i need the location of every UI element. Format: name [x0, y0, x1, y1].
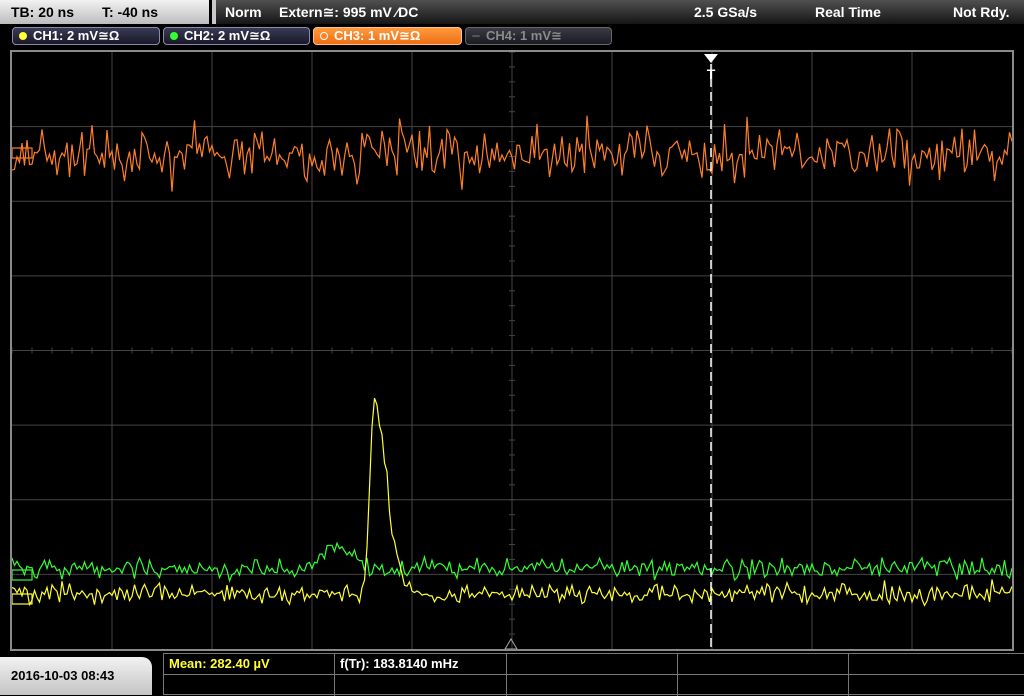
- channel-1-button[interactable]: CH1: 2 mV≅Ω: [12, 27, 160, 45]
- acq-type[interactable]: Real Time: [815, 0, 881, 24]
- channel-1-label: CH1: 2 mV≅Ω: [33, 28, 120, 43]
- graticule: [12, 52, 1012, 649]
- trigger-time-value[interactable]: T: -40 ns: [102, 0, 158, 24]
- channel-2-dot-icon: [170, 32, 178, 40]
- channel-bar: CH1: 2 mV≅Ω CH2: 2 mV≅Ω CH3: 1 mV≅Ω CH4:…: [0, 24, 1024, 48]
- datetime-display: 2016-10-03 08:43: [0, 657, 152, 695]
- channel-2-offset-marker[interactable]: [12, 569, 33, 581]
- channel-3-button[interactable]: CH3: 1 mV≅Ω: [313, 27, 462, 45]
- trigger-source[interactable]: Extern≅: 995 mV ⁄DC: [279, 0, 418, 24]
- measurement-panel: Mean: 282.40 µV f(Tr): 183.8140 mHz: [163, 653, 1024, 696]
- sample-rate[interactable]: 2.5 GSa/s: [694, 0, 757, 24]
- channel-2-button[interactable]: CH2: 2 mV≅Ω: [163, 27, 310, 45]
- trigger-state: Not Rdy.: [953, 4, 1010, 20]
- channel-4-button[interactable]: CH4: 1 mV≅: [465, 27, 612, 45]
- horizontal-center-icon: [504, 638, 518, 649]
- channel-3-dot-icon: [320, 32, 328, 40]
- acq-mode[interactable]: Norm: [225, 0, 262, 24]
- channel-4-off-icon: [472, 35, 480, 37]
- acquisition-panel: Norm Extern≅: 995 mV ⁄DC 2.5 GSa/s Real …: [216, 0, 1024, 24]
- channel-1-dot-icon: [19, 32, 27, 40]
- timebase-value[interactable]: TB: 20 ns: [11, 0, 74, 24]
- trigger-marker-label: T: [707, 66, 716, 82]
- timebase-panel[interactable]: TB: 20 ns T: -40 ns: [0, 0, 212, 24]
- trigger-arrow-icon[interactable]: [704, 54, 718, 63]
- frequency-measurement[interactable]: f(Tr): 183.8140 mHz: [340, 654, 459, 674]
- channel-3-label: CH3: 1 mV≅Ω: [334, 28, 421, 43]
- channel-4-label: CH4: 1 mV≅: [486, 28, 562, 43]
- waveform-display[interactable]: T: [12, 52, 1012, 649]
- channel-2-label: CH2: 2 mV≅Ω: [184, 28, 271, 43]
- status-bar: TB: 20 ns T: -40 ns Norm Extern≅: 995 mV…: [0, 0, 1024, 24]
- mean-measurement[interactable]: Mean: 282.40 µV: [169, 654, 270, 674]
